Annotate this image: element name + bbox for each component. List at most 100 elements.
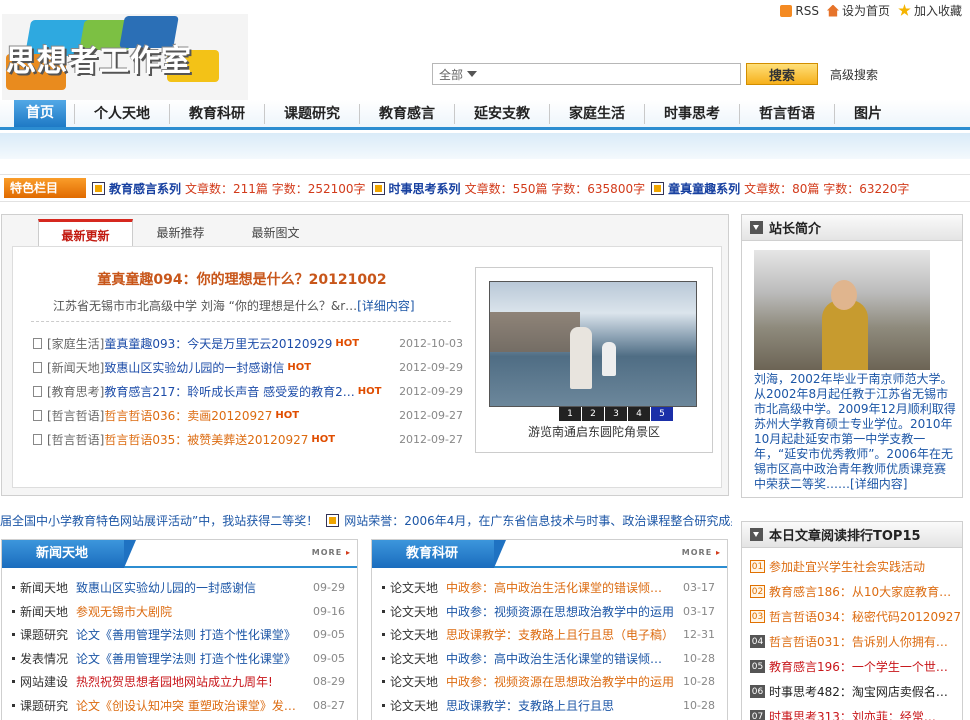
photo-slideshow: 1 2 3 4 5 游览南通启东圆陀角景区	[475, 267, 713, 453]
featured-label: 特色栏目	[4, 178, 86, 198]
tab-picture-articles[interactable]: 最新图文	[228, 219, 323, 247]
slide-page-1[interactable]: 1	[559, 407, 581, 421]
list-item: 07 时事思考313：刘亦菲：经常…	[742, 704, 962, 720]
slide-page-5[interactable]: 5	[651, 407, 673, 421]
box-title: 教育科研	[372, 540, 506, 568]
list-item: 课题研究 论文《善用管理学法则 打造个性化课堂》 09-05	[12, 623, 351, 647]
list-item: 课题研究 论文《创设认知冲突 重塑政治课堂》发表… 08-27	[12, 694, 351, 718]
top-links: RSS 设为首页 加入收藏	[780, 2, 962, 19]
nav-item-personal[interactable]: 个人天地	[74, 103, 169, 124]
document-icon	[33, 409, 42, 421]
list-item: 论文天地 思政课教学：支教路上且行且思 10-28	[382, 694, 721, 718]
set-homepage-link[interactable]: 设为首页	[826, 2, 890, 19]
list-item: 论文天地 中政参：高中政治生活化课堂的错误倾向及… 03-17	[382, 576, 721, 600]
home-icon	[826, 4, 839, 17]
featured-item: 教育感言系列 文章数：211篇 字数：252100字	[92, 180, 366, 197]
chevron-down-icon	[750, 528, 763, 541]
list-item: 05 教育感言196：一个学生一个世…	[750, 660, 948, 674]
list-item: 论文天地 中政参：高中政治生活化课堂的错误倾向及… 10-28	[382, 647, 721, 671]
ticker-item[interactable]: 届全国中小学教育特色网站展评活动”中，我站获得二等奖！	[0, 514, 318, 528]
site-logo[interactable]: 思想者工作室	[2, 14, 248, 100]
doc-icon	[371, 181, 385, 195]
hot-badge: HOT	[335, 337, 360, 349]
slide-page-4[interactable]: 4	[628, 407, 650, 421]
ticker-item[interactable]: 网站荣誉：2006年4月，在广东省信息技术与时事、政治课程整合研究成果	[344, 514, 732, 528]
slide-page-2[interactable]: 2	[582, 407, 604, 421]
list-item: 论文天地 中政参：视频资源在思想政治教学中的运用 03-17	[382, 600, 721, 624]
owner-photo	[754, 250, 930, 370]
advanced-search-link[interactable]: 高级搜索	[830, 66, 878, 83]
featured-item: 时事思考系列 文章数：550篇 字数：635800字	[371, 180, 645, 197]
list-item: [家庭生活] 童真童趣093：今天是万里无云20120929 HOT 2012-10-…	[33, 331, 463, 355]
list-item: 网站建设 热烈祝贺思想者园地网站成立九周年! 08-29	[12, 670, 351, 694]
list-item: [哲言哲语] 哲言哲语036：卖画20120927 HOT 2012-09-27	[33, 403, 463, 427]
latest-updates-panel: 最新更新 最新推荐 最新图文 童真童趣094：你的理想是什么？20121002 …	[1, 214, 729, 496]
hot-badge: HOT	[311, 433, 336, 445]
list-item: 04 哲言哲语031：告诉别人你拥有…	[750, 635, 948, 649]
profile-details-link[interactable]: [详细内容]	[850, 477, 907, 491]
featured-item: 童真童趣系列 文章数：80篇 字数：63220字	[651, 180, 909, 197]
list-item: 01 参加赴宜兴学生社会实践活动	[750, 560, 926, 574]
search-button[interactable]: 搜索	[746, 63, 818, 85]
nav-item-home[interactable]: 首页	[14, 100, 66, 127]
hot-badge: HOT	[275, 409, 300, 421]
photo-caption[interactable]: 游览南通启东圆陀角景区	[476, 423, 712, 440]
nav-item-project[interactable]: 课题研究	[264, 103, 359, 124]
slide-page-3[interactable]: 3	[605, 407, 627, 421]
document-icon	[33, 385, 42, 397]
panel-title: 站长简介	[769, 222, 822, 237]
nav-item-thoughts[interactable]: 教育感言	[359, 103, 454, 124]
details-link[interactable]: [详细内容]	[357, 299, 414, 313]
list-item: 论文天地 思政课教学：支教路上且行且思（电子稿） 12-31	[382, 623, 721, 647]
profile-text: 刘海，2002年毕业于南京师范大学。从2002年8月起任教于江苏省无锡市市北高级…	[754, 372, 956, 491]
search-bar: 全部 搜索 高级搜索	[432, 63, 878, 85]
featured-link[interactable]: 时事思考系列	[389, 180, 461, 197]
list-item: 新闻天地 参观无锡市大剧院 09-16	[12, 600, 351, 624]
list-item: 新闻天地 致惠山区实验幼儿园的一封感谢信 09-29	[12, 576, 351, 600]
headline-link[interactable]: 童真童趣094：你的理想是什么？20121002	[13, 269, 471, 289]
slideshow-image[interactable]	[489, 281, 697, 407]
document-icon	[33, 361, 42, 373]
daily-top-articles-panel: 本日文章阅读排行TOP15 01 参加赴宜兴学生社会实践活动 02 教育感言186：…	[741, 521, 963, 720]
doc-icon	[651, 181, 665, 195]
document-icon	[33, 337, 42, 349]
doc-icon	[92, 181, 105, 195]
add-favorite-link[interactable]: 加入收藏	[898, 2, 962, 19]
nav-item-current-affairs[interactable]: 时事思考	[644, 103, 739, 124]
box-title: 新闻天地	[2, 540, 136, 568]
featured-link[interactable]: 教育感言系列	[109, 180, 181, 197]
nav-item-philosophy[interactable]: 哲言哲语	[739, 103, 834, 124]
list-item: [哲言哲语] 哲言哲语035：被赞美葬送20120927 HOT 2012-09-27	[33, 427, 463, 451]
doc-icon	[326, 514, 340, 527]
hot-badge: HOT	[357, 385, 382, 397]
nav-item-family[interactable]: 家庭生活	[549, 103, 644, 124]
chevron-down-icon	[467, 71, 478, 77]
list-item: 论文天地 中政参：视频资源在思想政治教学中的运用 10-28	[382, 670, 721, 694]
chevron-down-icon	[750, 221, 763, 234]
more-link[interactable]: MORE ▸	[682, 548, 721, 557]
list-item: 03 哲言哲语034：秘密代码20120927	[750, 610, 961, 624]
news-box: 新闻天地 MORE ▸ 新闻天地 致惠山区实验幼儿园的一封感谢信 09-29 新闻天地…	[1, 539, 358, 720]
honor-ticker: 届全国中小学教育特色网站展评活动”中，我站获得二等奖！ 网站荣誉：2006年4月，…	[0, 512, 732, 529]
nav-item-yanan[interactable]: 延安支教	[454, 103, 549, 124]
star-icon	[898, 4, 911, 16]
research-box: 教育科研 MORE ▸ 论文天地 中政参：高中政治生活化课堂的错误倾向及… 03-17…	[371, 539, 728, 720]
headline-summary: 江苏省无锡市市北高级中学 刘海 “你的理想是什么？&r…[详细内容]	[53, 299, 415, 313]
owner-profile-panel: 站长简介 刘海，2002年毕业于南京师范大学。从2002年8月起任教于江苏省无锡…	[741, 214, 963, 498]
list-item: 06 时事思考482：淘宝网店卖假名…	[750, 685, 948, 699]
rss-link[interactable]: RSS	[780, 2, 819, 19]
nav-item-research[interactable]: 教育科研	[169, 103, 264, 124]
search-scope-select[interactable]: 全部	[432, 63, 741, 85]
main-nav: 首页 个人天地 教育科研 课题研究 教育感言 延安支教 家庭生活 时事思考 哲言…	[0, 100, 970, 130]
sub-nav-bar	[0, 133, 970, 159]
more-link[interactable]: MORE ▸	[312, 548, 351, 557]
logo-text: 思想者工作室	[6, 44, 192, 79]
rss-icon	[780, 4, 793, 17]
featured-link[interactable]: 童真童趣系列	[668, 180, 740, 197]
hot-badge: HOT	[287, 361, 312, 373]
tab-recommended[interactable]: 最新推荐	[133, 219, 228, 247]
document-icon	[33, 433, 42, 445]
list-item: 发表情况 论文《善用管理学法则 打造个性化课堂》 09-05	[12, 647, 351, 671]
featured-columns: 特色栏目 教育感言系列 文章数：211篇 字数：252100字 时事思考系列 文章数…	[0, 174, 970, 202]
nav-item-pictures[interactable]: 图片	[834, 103, 901, 124]
